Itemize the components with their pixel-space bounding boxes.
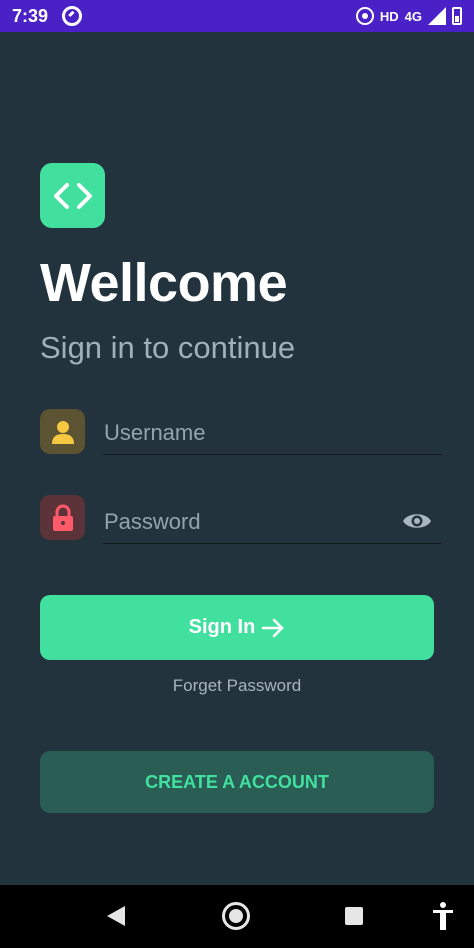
eye-icon[interactable] [402,510,432,532]
status-bar: 7:39 HD 4G [0,0,474,32]
page-subtitle: Sign in to continue [40,330,296,365]
hotspot-icon [355,7,374,25]
signal-icon [428,7,446,25]
username-field[interactable] [103,411,442,455]
forget-password-link[interactable]: Forget Password [0,676,474,696]
code-brackets-icon [53,182,92,209]
password-input[interactable] [103,500,442,543]
lock-field-icon [40,495,85,540]
recent-apps-icon[interactable] [345,907,363,925]
back-icon[interactable] [107,906,125,926]
app-notification-icon [62,6,83,26]
network-label: HD [379,8,399,24]
navigation-bar [0,885,474,948]
accessibility-icon[interactable] [432,901,454,931]
battery-icon [452,7,462,25]
lock-icon [52,504,73,531]
arrow-right-icon [262,618,284,637]
home-icon[interactable] [222,902,250,930]
password-field[interactable] [103,500,442,544]
create-account-button[interactable]: CREATE A ACCOUNT [40,751,434,813]
network-type: 4G [404,8,422,24]
page-title: Wellcome [40,253,288,313]
status-time: 7:39 [12,5,49,26]
status-indicators: HD 4G [355,7,462,25]
sign-in-label: Sign In [188,616,256,638]
username-input[interactable] [103,411,442,454]
user-field-icon [40,409,85,454]
sign-in-button[interactable]: Sign In [40,595,434,660]
app-logo [40,163,105,228]
user-icon [51,420,74,444]
